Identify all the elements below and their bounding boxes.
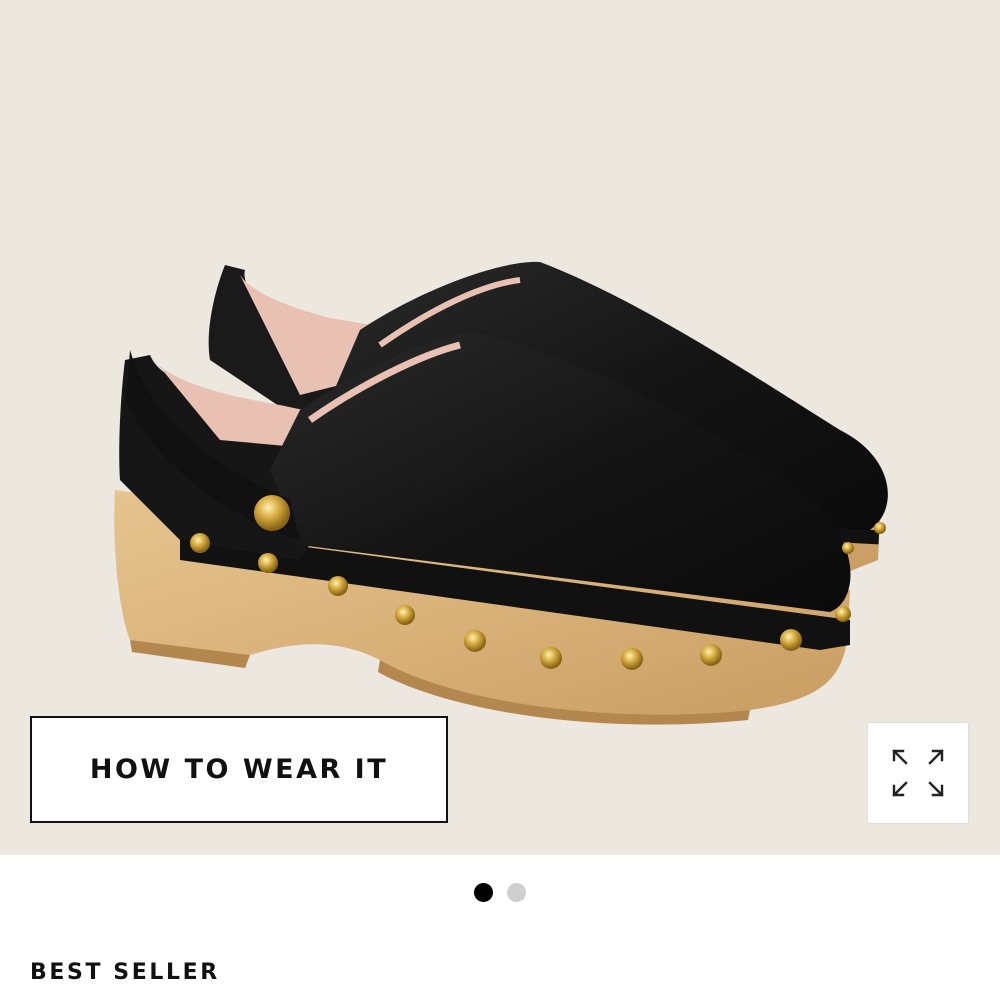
carousel-dot-2[interactable] (507, 883, 526, 902)
carousel-indicator (0, 883, 1000, 905)
best-seller-badge: BEST SELLER (30, 960, 220, 985)
how-to-wear-it-button[interactable]: HOW TO WEAR IT (30, 716, 448, 823)
expand-image-button[interactable] (867, 722, 969, 824)
how-to-wear-it-label: HOW TO WEAR IT (89, 754, 389, 785)
carousel-dot-1[interactable] (474, 883, 493, 902)
product-image-area: HOW TO WEAR IT (0, 0, 1000, 855)
expand-arrows-icon (892, 749, 944, 797)
